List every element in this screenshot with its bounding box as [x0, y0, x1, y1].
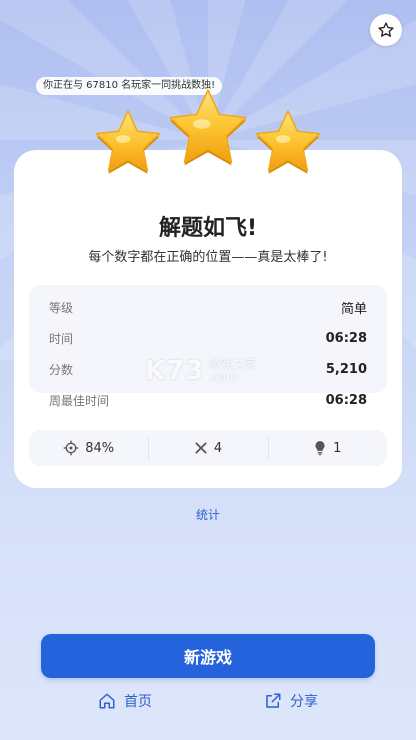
- cross-icon: [195, 442, 207, 454]
- statistics-link[interactable]: 统计: [0, 506, 416, 523]
- star-highlight: [193, 119, 211, 129]
- home-button[interactable]: 首页: [98, 690, 152, 712]
- result-title: 解题如飞!: [158, 216, 258, 241]
- share-button[interactable]: 分享: [264, 690, 318, 712]
- stat-row-weekly-best: 周最佳时间 06:28: [49, 390, 367, 410]
- star-highlight: [115, 135, 131, 144]
- stat-label: 等级: [49, 300, 74, 315]
- result-subtitle: 每个数字都在正确的位置——真是太棒了!: [88, 250, 328, 265]
- home-label: 首页: [124, 694, 152, 710]
- mistakes-value: 4: [213, 440, 223, 456]
- accuracy-value: 84%: [85, 440, 115, 456]
- new-game-button[interactable]: 新游戏: [41, 634, 375, 678]
- rating-stars: [95, 89, 321, 174]
- performance-metrics: 84% 4 1: [29, 430, 387, 466]
- stat-label: 时间: [49, 331, 74, 346]
- stat-row-level: 等级 简单: [49, 297, 367, 317]
- stat-value: 06:28: [325, 392, 367, 408]
- metric-mistakes: 4: [148, 437, 267, 460]
- metric-accuracy: 84%: [29, 440, 148, 456]
- watermark-main: K73: [145, 356, 205, 386]
- stat-row-time: 时间 06:28: [49, 328, 367, 348]
- target-icon: [63, 440, 79, 456]
- watermark-suffix: 游戏之家 .com: [208, 357, 257, 384]
- share-label: 分享: [290, 694, 318, 710]
- home-icon: [99, 693, 115, 709]
- metric-hints: 1: [267, 437, 387, 459]
- stat-label: 分数: [49, 362, 74, 377]
- stat-label: 周最佳时间: [49, 393, 110, 408]
- stat-value: 06:28: [325, 330, 367, 346]
- stat-value: 简单: [340, 301, 367, 317]
- star-highlight: [275, 135, 291, 144]
- watermark-logo: K73 游戏之家 .com: [145, 355, 275, 387]
- share-icon: [266, 693, 281, 708]
- lightbulb-icon: [315, 441, 325, 456]
- stat-value: 5,210: [325, 361, 367, 377]
- hints-value: 1: [333, 440, 342, 456]
